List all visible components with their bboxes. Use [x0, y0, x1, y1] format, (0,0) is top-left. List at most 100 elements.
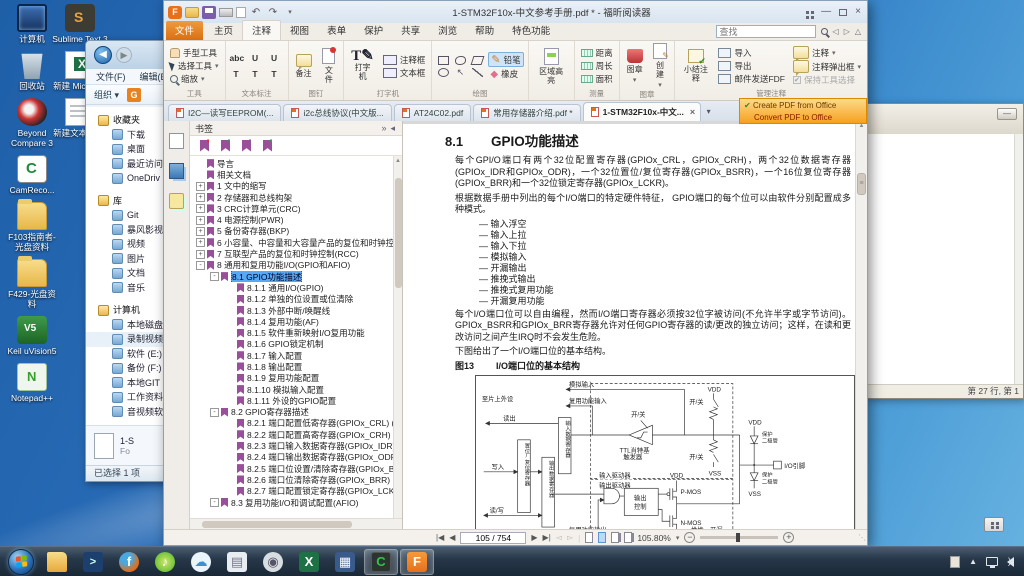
bookmark-item[interactable]: 8.1.5 软件重新映射I/O复用功能: [190, 327, 393, 338]
select-tool-button[interactable]: 选择工具▾: [168, 60, 221, 72]
zoom-slider[interactable]: [700, 536, 778, 539]
summarize-comments-button[interactable]: 小结注释: [679, 49, 712, 83]
ribbon-tab-表单[interactable]: 表单: [318, 21, 355, 40]
expander-icon[interactable]: [226, 351, 235, 360]
scrollbar-thumb[interactable]: [395, 178, 402, 288]
expander-icon[interactable]: +: [196, 227, 205, 236]
expander-icon[interactable]: [226, 283, 235, 292]
volume-icon[interactable]: [1007, 557, 1014, 567]
file-attach-button[interactable]: 文件: [319, 48, 340, 84]
document-tab[interactable]: I2C—读写EEPROM(... ×: [168, 104, 281, 121]
hand-tool-button[interactable]: 手型工具: [168, 47, 221, 59]
desktop-icon[interactable]: 计算机: [17, 4, 47, 44]
bookmark-item[interactable]: - 8.2 GPIO寄存器描述: [190, 407, 393, 418]
email-fdf-button[interactable]: 邮件发送FDF: [716, 73, 787, 85]
textbox-button[interactable]: 文本框: [381, 67, 428, 79]
text-markup-button[interactable]: T: [230, 68, 243, 81]
search-icon[interactable]: [821, 28, 828, 35]
bookmark-item[interactable]: 8.1.2 单独的位设置或位清除: [190, 294, 393, 305]
back-icon[interactable]: ◀: [94, 46, 112, 64]
perimeter-button[interactable]: 周长: [579, 60, 615, 72]
collapse-ribbon-icon[interactable]: △: [855, 27, 861, 36]
menu-file[interactable]: 文件(F): [96, 70, 126, 83]
single-page-view-icon[interactable]: [585, 532, 593, 543]
panel-collapse-icon[interactable]: ◂: [388, 123, 397, 134]
close-icon[interactable]: ×: [855, 7, 861, 17]
bookmark-item[interactable]: 8.1.3 外部中断/唤醒线: [190, 305, 393, 316]
desktop-icon[interactable]: CamReco...: [10, 155, 55, 195]
taskbar-app-button[interactable]: ▤: [220, 549, 254, 575]
comments-panel-icon[interactable]: [169, 193, 184, 209]
taskbar-app-button[interactable]: X: [292, 549, 326, 575]
bookmark-item[interactable]: 导言: [190, 158, 393, 169]
taskbar-app-button[interactable]: ♪: [148, 549, 182, 575]
bookmark-item[interactable]: 8.1.10 模拟输入配置: [190, 384, 393, 395]
text-markup-button[interactable]: T: [268, 68, 281, 81]
expander-icon[interactable]: +: [196, 238, 205, 247]
next-view-icon[interactable]: ▻: [567, 533, 573, 542]
expand-bookmark-icon[interactable]: [221, 140, 230, 152]
document-tab[interactable]: 常用存储器介绍.pdf * ×: [473, 104, 580, 121]
move-bookmark-icon[interactable]: [242, 140, 251, 152]
note-button[interactable]: 备注: [293, 54, 315, 78]
zoom-slider-thumb[interactable]: [736, 533, 740, 542]
expander-icon[interactable]: [226, 430, 235, 439]
expander-icon[interactable]: [226, 340, 235, 349]
panel-options-icon[interactable]: »: [379, 123, 388, 133]
expander-icon[interactable]: [226, 396, 235, 405]
bookmark-item[interactable]: 8.1.1 通用I/O(GPIO): [190, 282, 393, 293]
expander-icon[interactable]: [226, 317, 235, 326]
bookmark-item[interactable]: 8.2.7 端口配置锁定寄存器(GPIOx_LCKR) (x=A..E): [190, 486, 393, 497]
text-markup-button[interactable]: abc: [230, 52, 243, 65]
expander-icon[interactable]: -: [210, 408, 219, 417]
expander-icon[interactable]: +: [196, 193, 205, 202]
desktop-icon[interactable]: Sublime Text 3: [52, 4, 108, 44]
eraser-button[interactable]: ◆橡皮: [488, 68, 523, 80]
organize-button[interactable]: 组织 ▾: [94, 88, 119, 101]
oval-icon[interactable]: [438, 68, 449, 77]
next-result-icon[interactable]: ▷: [844, 27, 850, 36]
next-page-icon[interactable]: ▶: [531, 533, 537, 542]
distance-button[interactable]: 距离: [579, 47, 615, 59]
import-button[interactable]: 导入: [716, 47, 787, 59]
continuous-facing-view-icon[interactable]: [624, 532, 632, 543]
zoom-in-icon[interactable]: +: [783, 532, 794, 543]
prev-result-icon[interactable]: ◁: [833, 27, 839, 36]
bookmark-item[interactable]: 相关文档: [190, 169, 393, 180]
continuous-view-icon[interactable]: [598, 532, 606, 543]
expander-icon[interactable]: -: [196, 261, 205, 270]
text-markup-button[interactable]: U: [268, 52, 281, 65]
expander-icon[interactable]: [226, 295, 235, 304]
expander-icon[interactable]: [226, 453, 235, 462]
ribbon-tab-帮助[interactable]: 帮助: [466, 21, 503, 40]
keep-tool-selected-checkbox[interactable]: ✔保持工具选择: [791, 74, 863, 86]
ribbon-tab-共享[interactable]: 共享: [392, 21, 429, 40]
bookmark-item[interactable]: 8.2.4 端口输出数据寄存器(GPIOx_ODR) (x=A..E): [190, 452, 393, 463]
ribbon-tab-主页[interactable]: 主页: [205, 21, 242, 40]
ime-language-icon[interactable]: [984, 517, 1004, 532]
expander-icon[interactable]: [226, 374, 235, 383]
open-icon[interactable]: [185, 7, 199, 18]
polygon-icon[interactable]: [470, 56, 484, 65]
taskbar-app-button[interactable]: ▦: [328, 549, 362, 575]
zoom-out-icon[interactable]: −: [684, 532, 695, 543]
forward-icon[interactable]: ▶: [116, 47, 132, 63]
layout-grid-icon[interactable]: [806, 11, 809, 14]
bookmark-item[interactable]: - 8.3 复用功能I/O和调试配置(AFIO): [190, 497, 393, 508]
zoom-tool-button[interactable]: 缩放▾: [168, 73, 221, 85]
expander-icon[interactable]: [226, 329, 235, 338]
minimize-icon[interactable]: —: [821, 7, 831, 17]
bookmarks-panel-icon[interactable]: [169, 163, 184, 179]
bookmark-item[interactable]: + 4 电源控制(PWR): [190, 214, 393, 225]
create-stamp-button[interactable]: 创建▾: [650, 43, 671, 90]
pdf-vertical-scrollbar[interactable]: ▲: [855, 121, 867, 529]
ribbon-tab-注释[interactable]: 注释: [242, 20, 281, 40]
expander-icon[interactable]: +: [196, 204, 205, 213]
ribbon-tab-文件[interactable]: 文件: [166, 21, 203, 40]
bookmark-item[interactable]: 8.1.7 输入配置: [190, 350, 393, 361]
bookmark-item[interactable]: 8.2.5 端口位设置/清除寄存器(GPIOx_BSRR) (x=A..E): [190, 463, 393, 474]
undo-icon[interactable]: ↶: [249, 6, 263, 19]
print-icon[interactable]: [219, 8, 233, 17]
desktop-icon[interactable]: Keil uVision5: [8, 316, 57, 356]
expander-icon[interactable]: -: [210, 272, 219, 281]
